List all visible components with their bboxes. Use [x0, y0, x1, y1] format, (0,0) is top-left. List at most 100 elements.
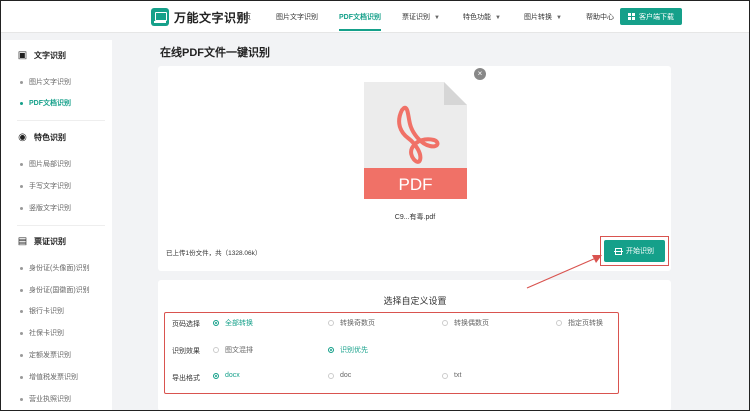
radio-unchecked-icon	[442, 320, 448, 326]
export-format-label: 导出格式	[172, 375, 200, 382]
sidebar-item-vat-invoice[interactable]: 增值税发票识别	[20, 372, 78, 382]
sidebar-item-pdf-recognition[interactable]: PDF文档识别	[20, 98, 71, 108]
option-label: 转换奇数页	[340, 320, 375, 327]
bullet-dot	[20, 309, 23, 313]
nav-ticket-label: 票证识别	[402, 14, 430, 21]
recognition-effect-label: 识别效果	[172, 348, 200, 355]
upload-status-text: 已上传1份文件，共（1328.06k）	[166, 250, 262, 257]
chevron-down-icon: ▼	[434, 15, 440, 21]
option-label: 指定页转换	[568, 320, 603, 327]
sidebar-item-id-front[interactable]: 身份证(头像面)识别	[20, 263, 90, 273]
option-specified-pages[interactable]: 指定页转换	[556, 318, 603, 328]
sidebar-item-label: 银行卡识别	[29, 308, 64, 315]
nav-image-text-recognition[interactable]: 图片文字识别	[276, 12, 318, 22]
bullet-dot	[20, 288, 23, 292]
sidebar-item-label: 增值税发票识别	[29, 374, 78, 381]
radio-checked-icon	[213, 320, 219, 326]
sidebar-item-label: 手写文字识别	[29, 183, 71, 190]
pdf-label: PDF	[399, 175, 433, 194]
radio-checked-icon	[213, 372, 219, 379]
remove-file-close-icon[interactable]: ×	[474, 68, 486, 80]
top-nav-bar: 万能文字识别 首页 图片文字识别 PDF文档识别 票证识别 ▼ 特色功能 ▼ 图片转…	[0, 0, 750, 33]
sidebar-item-quota-invoice[interactable]: 定额发票识别	[20, 350, 71, 360]
scan-text-icon: ▣	[17, 49, 28, 61]
page-title: 在线PDF文件一键识别	[160, 47, 270, 59]
sidebar-group-title: 文字识别	[34, 50, 66, 60]
option-label: 识别优先	[340, 347, 368, 354]
radio-unchecked-icon	[213, 347, 219, 353]
option-label: 全部转换	[225, 320, 253, 327]
ticket-icon: ▤	[17, 235, 28, 247]
bullet-dot	[20, 375, 23, 379]
bullet-dot	[20, 353, 23, 357]
sidebar-item-handwriting[interactable]: 手写文字识别	[20, 181, 71, 191]
settings-title: 选择自定义设置	[383, 296, 447, 306]
bullet-dot	[20, 184, 23, 188]
option-txt[interactable]: txt	[442, 372, 461, 379]
sidebar-item-label: 社保卡识别	[29, 330, 64, 337]
radio-unchecked-icon	[328, 320, 334, 326]
sidebar-item-partial-image[interactable]: 图片局部识别	[20, 159, 71, 169]
chevron-down-icon: ▼	[556, 15, 562, 21]
radio-unchecked-icon	[556, 320, 562, 326]
radio-unchecked-icon	[442, 372, 448, 379]
page-range-label: 页码选择	[172, 321, 200, 328]
option-even-pages[interactable]: 转换偶数页	[442, 318, 489, 328]
start-recognition-button[interactable]: 开始识别	[604, 240, 665, 262]
start-recognition-label: 开始识别	[626, 248, 654, 255]
option-doc[interactable]: doc	[328, 372, 351, 379]
option-label: 图文混排	[225, 347, 253, 354]
sidebar-item-label: PDF文档识别	[29, 100, 71, 107]
sidebar-group-special-recognition: ◉ 特色识别	[17, 130, 66, 144]
sidebar-item-business-license[interactable]: 营业执照识别	[20, 394, 71, 404]
sidebar-item-label: 图片局部识别	[29, 161, 71, 168]
nav-home[interactable]: 首页	[237, 12, 251, 22]
option-label: txt	[454, 372, 462, 379]
option-all-pages[interactable]: 全部转换	[213, 318, 253, 328]
option-odd-pages[interactable]: 转换奇数页	[328, 318, 375, 328]
logo[interactable]: 万能文字识别	[151, 8, 249, 26]
sidebar-item-image-text[interactable]: 图片文字识别	[20, 77, 71, 87]
nav-special-label: 特色功能	[463, 14, 491, 21]
sidebar-item-label: 定额发票识别	[29, 352, 71, 359]
client-download-button[interactable]: 客户端下载	[620, 8, 682, 25]
pdf-file-icon: PDF	[364, 82, 467, 199]
nav-help-center[interactable]: 帮助中心	[586, 12, 614, 22]
bullet-dot	[20, 331, 23, 335]
sidebar-group-ticket-recognition: ▤ 票证识别	[17, 234, 66, 248]
windows-icon	[628, 13, 635, 20]
option-label: 转换偶数页	[454, 320, 489, 327]
option-mixed-layout[interactable]: 图文混排	[213, 345, 253, 355]
chevron-down-icon: ▼	[495, 15, 501, 21]
bullet-dot	[20, 101, 23, 105]
radio-checked-icon	[328, 347, 334, 353]
bullet-dot	[20, 162, 23, 166]
nav-ticket-recognition[interactable]: 票证识别 ▼	[402, 12, 440, 22]
sidebar-item-label: 营业执照识别	[29, 396, 71, 403]
option-docx[interactable]: docx	[213, 372, 240, 379]
sidebar-divider	[17, 120, 105, 121]
nav-conversion-label: 图片转换	[524, 14, 552, 21]
sidebar-group-text-recognition: ▣ 文字识别	[17, 48, 66, 62]
sidebar-divider	[17, 225, 105, 226]
sidebar-item-bank-card[interactable]: 银行卡识别	[20, 306, 64, 316]
option-label: docx	[225, 372, 240, 379]
option-label: doc	[340, 372, 352, 379]
scan-icon	[614, 247, 623, 255]
client-download-label: 客户端下载	[639, 13, 674, 21]
sidebar-item-label: 身份证(头像面)识别	[29, 265, 90, 272]
logo-scanner-icon	[151, 8, 169, 26]
sidebar-group-title: 特色识别	[34, 132, 66, 142]
bullet-dot	[20, 206, 23, 210]
uploaded-file-name: C9...有毒.pdf	[394, 214, 436, 221]
nav-pdf-recognition[interactable]: PDF文档识别	[339, 12, 381, 31]
bullet-dot	[20, 266, 23, 270]
sidebar-item-social-card[interactable]: 社保卡识别	[20, 328, 64, 338]
bullet-dot	[20, 397, 23, 401]
radio-unchecked-icon	[328, 372, 334, 379]
nav-special-features[interactable]: 特色功能 ▼	[463, 12, 501, 22]
nav-image-conversion[interactable]: 图片转换 ▼	[524, 12, 562, 22]
bullet-dot	[20, 80, 23, 84]
sidebar-group-title: 票证识别	[34, 236, 66, 246]
option-recognition-first[interactable]: 识别优先	[328, 345, 368, 355]
